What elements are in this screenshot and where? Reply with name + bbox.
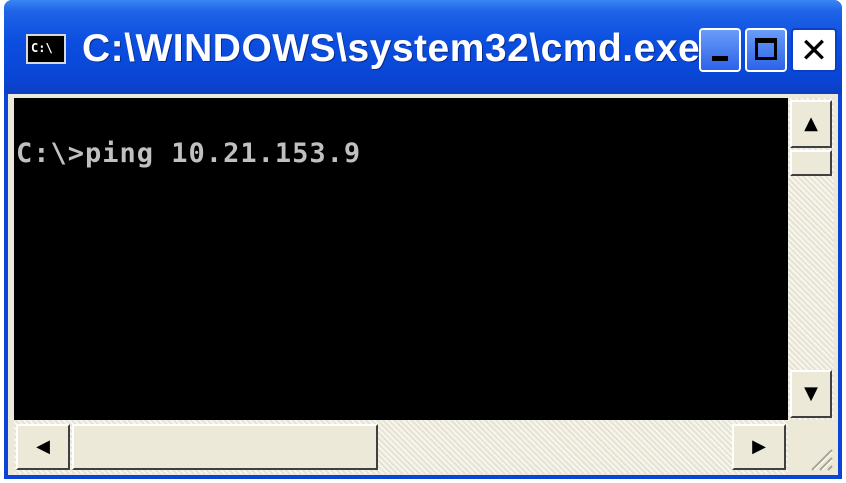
horizontal-scroll-thumb[interactable] (72, 424, 378, 470)
scroll-left-button[interactable]: ◀ (16, 424, 70, 470)
cmd-icon-label: C:\ (31, 41, 53, 55)
minimize-icon (712, 56, 728, 61)
scroll-up-button[interactable]: ▲ (790, 100, 832, 148)
console-output[interactable]: C:\>ping 10.21.153.9 (14, 98, 788, 420)
close-icon: ✕ (799, 31, 829, 71)
cmd-icon[interactable]: C:\ (26, 34, 66, 64)
window-title: C:\WINDOWS\system32\cmd.exe (82, 27, 701, 70)
resize-grip-icon[interactable] (788, 420, 834, 474)
close-button[interactable]: ✕ (791, 28, 837, 72)
maximize-icon (755, 38, 777, 60)
minimize-button[interactable] (699, 28, 741, 72)
vertical-scroll-thumb[interactable] (790, 150, 832, 176)
horizontal-scrollbar[interactable]: ◀ ▶ (14, 420, 788, 474)
vertical-scrollbar[interactable]: ▲ ▼ (788, 98, 834, 420)
scroll-down-button[interactable]: ▼ (790, 370, 832, 418)
title-bar[interactable]: C:\ C:\WINDOWS\system32\cmd.exe ✕ (4, 0, 842, 94)
scroll-right-button[interactable]: ▶ (732, 424, 786, 470)
maximize-button[interactable] (745, 28, 787, 72)
console-line: C:\>ping 10.21.153.9 (16, 138, 362, 169)
